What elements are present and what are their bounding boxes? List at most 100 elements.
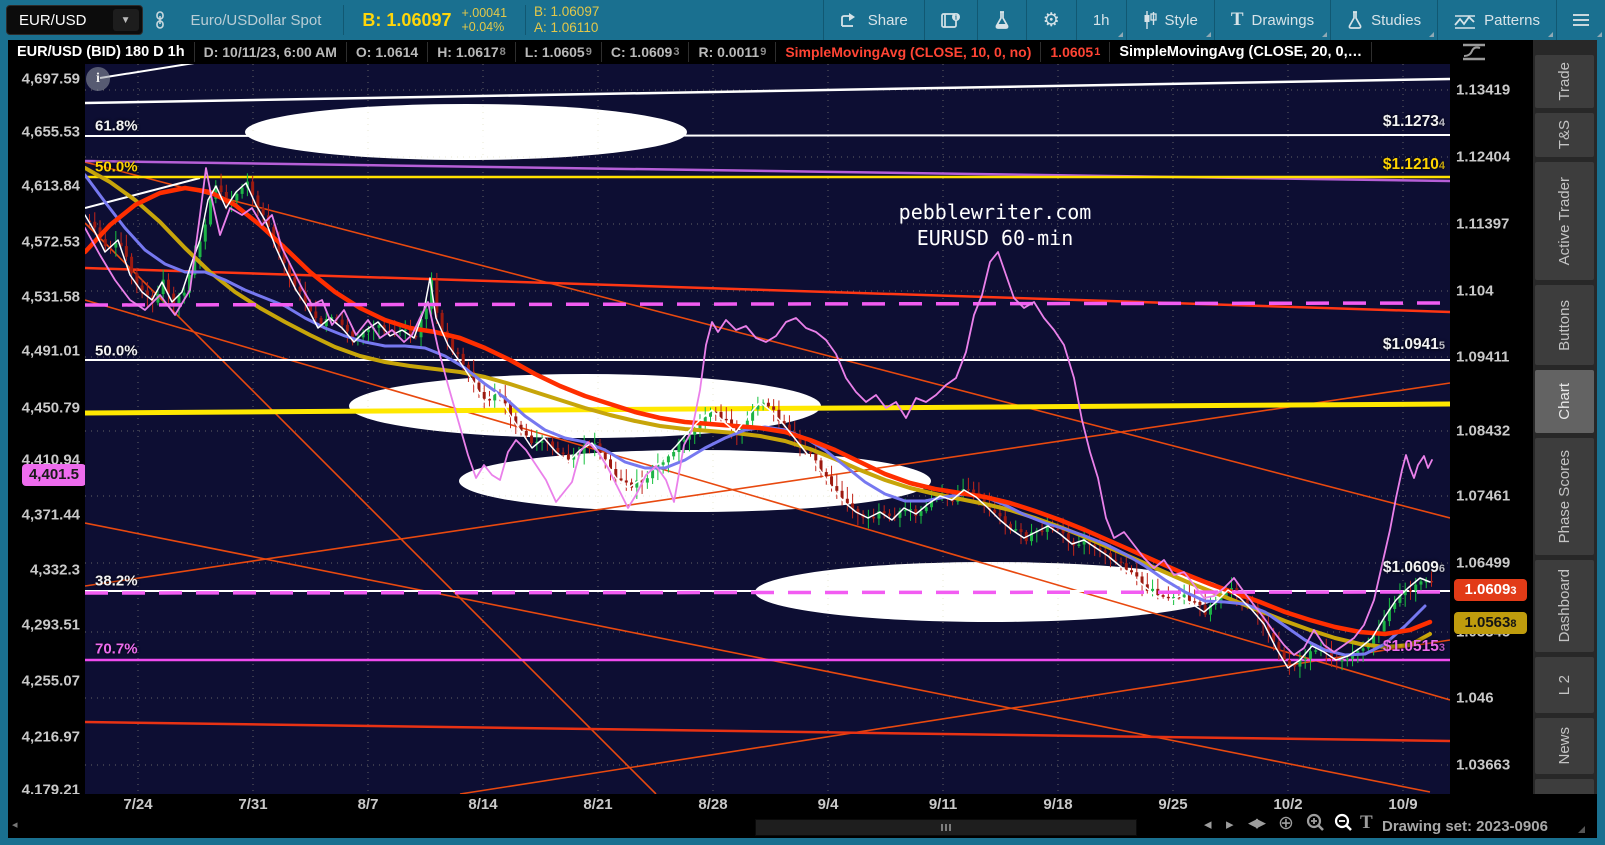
candle-body	[666, 456, 670, 463]
quote-note-button[interactable]: i	[923, 0, 977, 40]
collapse-arrow-icon[interactable]: ◂	[12, 818, 18, 831]
drawings-button[interactable]: T Drawings	[1213, 0, 1330, 40]
zoom-in-icon[interactable]	[1306, 813, 1325, 836]
settings-button[interactable]: ⚙	[1025, 0, 1076, 40]
candle-body	[251, 181, 255, 196]
price-level-label: $1.12104	[1382, 156, 1445, 173]
hamburger-menu-icon	[1573, 14, 1589, 26]
candle-body	[235, 193, 239, 201]
candle-body	[1040, 530, 1044, 532]
header-segment: SimpleMovingAvg (CLOSE, 20, 0,…	[1110, 42, 1373, 62]
sidebar-tab-active-trader[interactable]: Active Trader	[1535, 162, 1594, 280]
right-price-axis[interactable]: 1.13419 1.12404 1.11397 1.104 1.09411 1.08432…	[1450, 64, 1533, 794]
candle-body	[1119, 561, 1123, 564]
scroll-left-icon[interactable]: ◂	[1204, 815, 1212, 833]
header-segment: L: 1.0605 9	[516, 42, 602, 62]
candle-body	[1382, 621, 1386, 632]
candle-body	[919, 511, 923, 516]
studies-button[interactable]: Studies	[1330, 0, 1437, 40]
date-label: 9/4	[817, 796, 839, 813]
candle-body	[314, 311, 318, 319]
chevron-down-icon[interactable]: ▼	[112, 9, 139, 31]
trendline	[459, 639, 1450, 794]
left-price-axis[interactable]: 4,697.59 4,655.53 4,613.84 4,572.53 4,531.58…	[8, 64, 86, 799]
candle-body	[772, 406, 776, 410]
left-axis-label: 4,332.3	[29, 561, 80, 579]
toolbar-divider	[343, 5, 345, 35]
left-axis-label: 4,613.84	[21, 177, 80, 195]
candle-body	[130, 256, 134, 274]
candle-body	[456, 352, 460, 354]
watermark: pebblewriter.com EURUSD 60-min	[899, 199, 1092, 251]
menu-button[interactable]	[1556, 0, 1605, 40]
candle-body	[1414, 584, 1418, 591]
studies-flask-icon	[1348, 11, 1362, 29]
candle-body	[645, 478, 649, 483]
sidebar-tab-buttons[interactable]: Buttons	[1535, 285, 1594, 365]
text-tool-icon[interactable]: T	[1360, 812, 1373, 834]
candle-body	[482, 391, 486, 399]
candle-body	[651, 470, 655, 479]
fib-level-label: 38.2%	[95, 572, 138, 590]
right-axis-label: 1.07461	[1456, 487, 1511, 505]
candle-body	[1340, 660, 1344, 662]
patterns-button[interactable]: Patterns	[1437, 0, 1556, 40]
candle-body	[124, 246, 128, 257]
symbol-selector[interactable]: EUR/USD ▼	[6, 5, 143, 35]
drawing-set-label[interactable]: Drawing set: 2023-0906	[1382, 818, 1548, 835]
symbol-label: EUR/USD	[19, 11, 87, 29]
candle-body	[766, 402, 770, 407]
candle-body	[377, 325, 381, 328]
header-segment: EUR/USD (BID) 180 D 1h	[8, 42, 195, 62]
analyze-flask-button[interactable]	[976, 0, 1026, 40]
fit-width-icon[interactable]: ◀▶	[1248, 815, 1266, 831]
sidebar-tab-news[interactable]: News	[1535, 718, 1594, 774]
time-scrollbar[interactable]	[755, 819, 1137, 836]
candle-body	[966, 489, 970, 491]
share-button[interactable]: Share	[822, 0, 924, 40]
date-label: 8/7	[357, 796, 379, 813]
candle-body	[530, 435, 534, 444]
price-level-line	[85, 77, 1450, 105]
price-level-label: $1.05153	[1382, 638, 1445, 655]
candle-body	[93, 221, 97, 228]
info-icon[interactable]: i	[86, 67, 110, 91]
left-axis-label: 4,371.44	[21, 506, 80, 524]
sidebar-tab-t-s[interactable]: T&S	[1535, 113, 1594, 157]
date-label: 9/18	[1043, 796, 1073, 813]
candle-body	[1130, 570, 1134, 573]
interval-button[interactable]: 1h	[1075, 0, 1126, 40]
price-level-line	[85, 720, 1450, 743]
zoom-out-icon[interactable]	[1334, 813, 1353, 836]
left-axis-label: 4,491.01	[21, 342, 80, 360]
patterns-icon	[1454, 14, 1476, 29]
pan-icon[interactable]: ⊕	[1278, 812, 1294, 835]
price-chart[interactable]	[85, 64, 1450, 794]
date-label: 8/14	[468, 796, 498, 813]
sidebar-tab-trade[interactable]: Trade	[1535, 55, 1594, 108]
candle-body	[998, 512, 1002, 517]
sidebar-tab-dashboard[interactable]: Dashboard	[1535, 560, 1594, 652]
sidebar-tab-l-2[interactable]: L 2	[1535, 657, 1594, 713]
bottom-bar: ◂ ◂ ▸ ◀▶ ⊕ T Drawing set: 2023-0906 7/24…	[8, 794, 1597, 838]
header-segment: R: 0.0011 9	[689, 42, 777, 62]
sidebar-tab-chart[interactable]: Chart	[1535, 370, 1594, 433]
highlight-ellipse	[459, 450, 931, 512]
right-axis-label: 1.09411	[1456, 348, 1510, 366]
right-axis-label: 1.11397	[1456, 215, 1510, 233]
candle-body	[524, 430, 528, 436]
left-axis-label: 4,531.58	[21, 288, 80, 306]
sidebar-tab-phase-scores[interactable]: Phase Scores	[1535, 438, 1594, 555]
candle-body	[1014, 529, 1018, 531]
candle-body	[1345, 658, 1349, 661]
candle-body	[924, 507, 928, 512]
style-button[interactable]: Style	[1125, 0, 1214, 40]
candle-body	[103, 239, 107, 247]
price-change: +.00041 +0.04%	[461, 6, 507, 34]
candle-body	[345, 324, 349, 332]
link-icon[interactable]	[153, 10, 167, 30]
scroll-right-icon[interactable]: ▸	[1226, 815, 1234, 833]
candle-body	[1408, 590, 1412, 592]
price-badge: 1.06093	[1454, 579, 1527, 601]
header-segment: C: 1.0609 3	[602, 42, 690, 62]
